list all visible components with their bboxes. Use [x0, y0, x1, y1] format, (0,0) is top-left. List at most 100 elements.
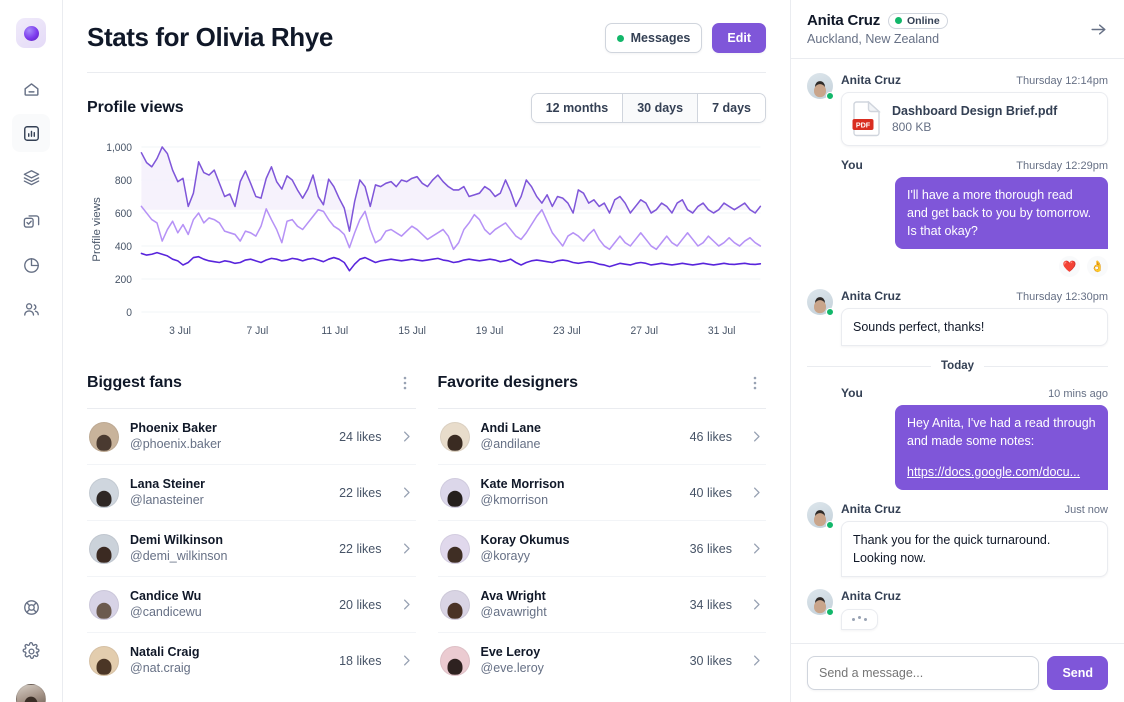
chevron-right-icon[interactable]: [749, 485, 764, 500]
chat-message-column: Anita Cruz Thursday 12:30pm Sounds perfect…: [841, 289, 1108, 346]
message-bubble-incoming: Sounds perfect, thanks!: [841, 308, 1108, 346]
chevron-right-icon[interactable]: [749, 541, 764, 556]
chat-message: You 10 mins ago Hey Anita, I've had a read…: [807, 386, 1108, 490]
list-item-handle: @nat.craig: [130, 661, 191, 675]
kebab-menu-icon[interactable]: [394, 372, 416, 394]
sidebar-item-support[interactable]: [12, 588, 50, 626]
chevron-right-icon[interactable]: [749, 653, 764, 668]
messages-button-label: Messages: [630, 31, 691, 45]
list-item-name: Andi Lane: [480, 421, 541, 435]
list-item-likes: 46 likes: [689, 429, 732, 444]
avatar-face: [447, 434, 462, 451]
x-axis-tick-label: 15 Jul: [398, 325, 426, 337]
list-item[interactable]: Natali Craig @nat.craig 18 likes: [87, 633, 416, 688]
avatar: [89, 589, 119, 620]
list-item[interactable]: Ava Wright @avawright 34 likes: [437, 577, 766, 633]
list-item[interactable]: Eve Leroy @eve.leroy 30 likes: [438, 633, 767, 688]
sidebar-item-projects[interactable]: [12, 158, 50, 196]
pie-chart-icon: [23, 257, 39, 273]
list-item-name: Candice Wu: [130, 589, 202, 603]
list-item-likes: 24 likes: [339, 429, 382, 444]
edit-button[interactable]: Edit: [712, 23, 766, 53]
list-item[interactable]: Demi Wilkinson @demi_wilkinson 22 likes: [87, 521, 416, 577]
chevron-right-icon[interactable]: [399, 597, 414, 612]
chart-line-series-3: [140, 251, 762, 272]
profile-views-title: Profile views: [87, 99, 184, 116]
reaction-emoji[interactable]: ❤️: [1059, 256, 1080, 277]
file-size: 800 KB: [892, 120, 932, 134]
list-item-name: Ava Wright: [480, 589, 546, 603]
sidebar-item-users[interactable]: [12, 290, 50, 328]
sidebar-item-tasks[interactable]: [12, 202, 50, 240]
chat-message: Anita Cruz: [807, 589, 1108, 630]
list-item[interactable]: Koray Okumus @korayy 36 likes: [437, 521, 766, 577]
list-item-text: Phoenix Baker @phoenix.baker: [130, 420, 328, 453]
chevron-right-icon[interactable]: [399, 541, 414, 556]
sidebar-item-reporting[interactable]: [12, 246, 50, 284]
list-item-handle: @korayy: [480, 549, 531, 563]
x-axis-tick-label: 19 Jul: [476, 325, 504, 337]
sidebar-item-settings[interactable]: [12, 632, 50, 670]
list-item-text: Candice Wu @candicewu: [130, 588, 328, 621]
message-link[interactable]: https://docs.google.com/docu...: [907, 463, 1096, 481]
list-item-text: Kate Morrison @kmorrison: [481, 476, 679, 509]
messages-button[interactable]: Messages: [604, 23, 703, 53]
chevron-right-icon[interactable]: [399, 485, 414, 500]
chat-message-author: Anita Cruz: [841, 502, 901, 516]
send-button[interactable]: Send: [1047, 656, 1108, 690]
edit-button-label: Edit: [727, 31, 751, 45]
kebab-menu-icon[interactable]: [744, 372, 766, 394]
sidebar-item-home[interactable]: [12, 70, 50, 108]
chat-message-author: You: [841, 386, 863, 400]
chat-header: Anita Cruz Online Auckland, New Zealand: [791, 0, 1124, 59]
avatar: [439, 421, 470, 452]
page-header: Stats for Olivia Rhye Messages Edit: [87, 0, 766, 73]
chevron-right-icon[interactable]: [749, 429, 764, 444]
range-7-days[interactable]: 7 days: [698, 94, 765, 122]
list-item[interactable]: Lana Steiner @lanasteiner 22 likes: [87, 465, 416, 521]
chat-message: Anita Cruz Thursday 12:30pm Sounds perfect…: [807, 289, 1108, 346]
chat-message-author: Anita Cruz: [841, 73, 901, 87]
reaction-emoji[interactable]: 👌: [1087, 256, 1108, 277]
list-item[interactable]: Candice Wu @candicewu 20 likes: [87, 577, 416, 633]
avatar: [89, 533, 119, 564]
message-input[interactable]: [807, 656, 1040, 690]
favorite-designers-title: Favorite designers: [437, 374, 579, 391]
list-item-name: Natali Craig: [130, 645, 200, 659]
list-item[interactable]: Kate Morrison @kmorrison 40 likes: [437, 465, 766, 521]
file-attachment[interactable]: PDF Dashboard Design Brief.pdf 800 KB: [841, 92, 1108, 146]
y-axis-tick-label: 800: [115, 175, 132, 187]
avatar: [807, 502, 834, 529]
chat-message-meta: Anita Cruz Thursday 12:30pm: [841, 289, 1108, 303]
chat-message-list[interactable]: Anita Cruz Thursday 12:14pm PDF Dashboard D…: [791, 59, 1124, 643]
profile-views-chart[interactable]: 0 200 400 600 800 1,000 Profile views 3 Jul 7 Ju…: [87, 141, 766, 346]
biggest-fans-title: Biggest fans: [87, 374, 182, 391]
online-indicator-icon: [826, 308, 834, 316]
avatar: [807, 289, 834, 316]
header-actions: Messages Edit: [604, 20, 766, 53]
outgoing-bubble-wrap: Hey Anita, I've had a read through and m…: [841, 405, 1108, 490]
tasks-icon: [23, 214, 39, 228]
chevron-right-icon[interactable]: [399, 653, 414, 668]
app-logo[interactable]: [16, 18, 46, 48]
life-buoy-icon: [23, 599, 39, 615]
bar-chart-icon: [23, 125, 39, 141]
chevron-right-icon[interactable]: [749, 597, 764, 612]
chat-message-timestamp: Thursday 12:29pm: [1016, 160, 1108, 172]
sidebar-item-analytics[interactable]: [12, 114, 50, 152]
avatar-face: [814, 84, 826, 98]
chat-message-column: Anita Cruz: [841, 589, 1108, 630]
range-30-days[interactable]: 30 days: [623, 94, 699, 122]
chevron-right-icon[interactable]: [399, 429, 414, 444]
list-item[interactable]: Andi Lane @andilane 46 likes: [437, 409, 766, 465]
range-12-months[interactable]: 12 months: [531, 94, 624, 122]
expand-chat-button[interactable]: [1089, 12, 1108, 44]
avatar-face: [96, 658, 112, 675]
x-axis-tick-label: 27 Jul: [631, 325, 659, 337]
message-bubble-incoming: Thank you for the quick turnaround. Look…: [841, 521, 1108, 577]
favorite-designers-card: Favorite designers Andi Lane @andilane 46 …: [437, 362, 767, 688]
biggest-fans-header: Biggest fans: [87, 362, 416, 409]
avatar[interactable]: [16, 684, 46, 702]
home-icon: [23, 82, 39, 96]
list-item[interactable]: Phoenix Baker @phoenix.baker 24 likes: [87, 409, 416, 465]
